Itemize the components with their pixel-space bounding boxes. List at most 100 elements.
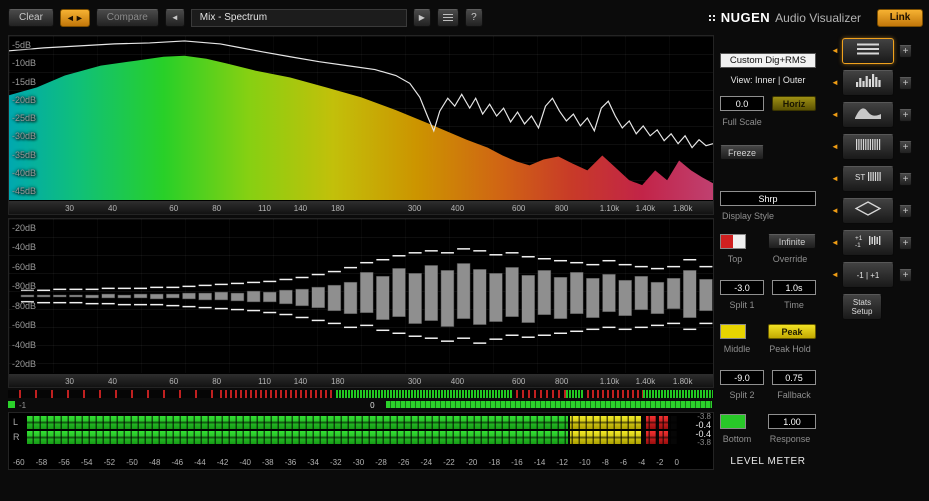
tick-segment	[516, 390, 566, 398]
slot-arrow-icon[interactable]: ◄	[831, 271, 842, 279]
add-instance-button[interactable]: +	[899, 108, 912, 122]
split2-field[interactable]: -9.0	[720, 370, 764, 385]
slot-arrow-icon[interactable]: ◄	[831, 207, 842, 215]
level-meter-section-label: LEVEL METER	[730, 456, 806, 467]
response-field[interactable]: 1.00	[768, 414, 816, 429]
meter-scale-label: -60	[13, 458, 25, 467]
meter-scale-label: -12	[556, 458, 568, 467]
meter-scale-label: -20	[465, 458, 478, 467]
meter-scale-label: -54	[80, 458, 93, 467]
spectrogram-view-button[interactable]	[842, 134, 894, 160]
meter-scale-label: -44	[194, 458, 206, 467]
meter-scale-label: -6	[619, 458, 627, 467]
control-panel: Custom Dig+RMS View: Inner | Outer 0.0 H…	[718, 35, 820, 495]
peak-hold-button[interactable]: Peak	[768, 324, 816, 339]
toolbar: Clear ◄► Compare ◄ Mix - Spectrum ▶ ? NU…	[8, 5, 923, 30]
slot-arrow-icon[interactable]: ◄	[831, 143, 842, 151]
meter-bar	[27, 430, 677, 444]
link-button[interactable]: Link	[877, 8, 923, 27]
meter-scale-label: -30	[352, 458, 365, 467]
frequency-label: 1.40k	[635, 377, 656, 386]
spectrum-view-icon	[853, 104, 883, 126]
meter-view-button[interactable]: +1 -1	[842, 230, 894, 256]
correlation-left-block	[8, 401, 15, 408]
add-instance-button[interactable]: +	[899, 76, 912, 90]
stereo-spectrum-view-button[interactable]: ST	[842, 166, 894, 192]
dock-row-stats-setup: Stats Setup	[831, 294, 927, 320]
horiz-button[interactable]: Horiz	[772, 96, 816, 111]
time-field[interactable]: 1.0s	[772, 280, 816, 295]
add-instance-button[interactable]: +	[899, 172, 912, 186]
freeze-button[interactable]: Freeze	[720, 145, 764, 160]
histogram-graph	[9, 219, 713, 373]
add-instance-button[interactable]: +	[899, 44, 912, 58]
slot-arrow-icon[interactable]: ◄	[831, 47, 842, 55]
override-button[interactable]: Infinite	[768, 234, 816, 249]
response-label: Response	[769, 434, 811, 444]
peak-tick-strip	[8, 390, 714, 398]
frequency-label: 1.10k	[599, 204, 620, 213]
split1-field[interactable]: -3.0	[720, 280, 764, 295]
meter-mode-dropdown[interactable]: Custom Dig+RMS	[720, 53, 816, 68]
slot-arrow-icon[interactable]: ◄	[831, 239, 842, 247]
preset-menu-button[interactable]	[436, 8, 459, 27]
fallback-label: Fallback	[777, 390, 811, 400]
split2-label: Split 2	[729, 390, 755, 400]
meter-scale-label: -46	[171, 458, 184, 467]
slot-arrow-icon[interactable]: ◄	[831, 79, 842, 87]
frequency-label: 600	[512, 204, 526, 213]
add-instance-button[interactable]: +	[899, 140, 912, 154]
meter-scale-label: -32	[329, 458, 342, 467]
histogram-display: -20dB -40dB -60dB -80dB -80dB -60dB -40dB -20dB…	[8, 218, 714, 388]
meter-scale-label: -8	[601, 458, 609, 467]
display-style-dropdown[interactable]: Shrp	[720, 191, 816, 206]
histogram-view-button[interactable]	[842, 70, 894, 96]
meter-scale-label: -58	[35, 458, 48, 467]
clear-button[interactable]: Clear	[8, 8, 54, 27]
add-instance-button[interactable]: +	[899, 268, 912, 282]
frequency-label: 300	[407, 377, 422, 386]
prev-preset-button[interactable]: ◄	[164, 8, 185, 27]
bottom-label: Bottom	[722, 434, 752, 444]
preset-name-field[interactable]: Mix - Spectrum	[190, 8, 407, 27]
peak-hold-label: Peak Hold	[769, 344, 811, 354]
compare-button[interactable]: Compare	[95, 8, 159, 27]
correlation-meter: -1 0	[8, 400, 714, 411]
frequency-label: 60	[169, 377, 179, 386]
display-list-button[interactable]	[842, 38, 894, 64]
slot-arrow-icon[interactable]: ◄	[831, 111, 842, 119]
frequency-label: 800	[554, 377, 569, 386]
play-button[interactable]: ▶	[412, 8, 431, 27]
add-instance-button[interactable]: +	[899, 204, 912, 218]
bottom-color-swatch[interactable]	[720, 414, 746, 429]
svg-text:ST: ST	[855, 173, 865, 182]
meter-scale-label: -52	[103, 458, 116, 467]
dock-row-stereo-spectrum-view: ◄ ST +	[831, 166, 927, 192]
level-meter-values: -3.8 -0.4 -0.4 -3.8	[681, 413, 711, 447]
slot-arrow-icon[interactable]: ◄	[831, 175, 842, 183]
top-color-swatch[interactable]	[720, 234, 746, 249]
view-dock: ◄ + ◄ + ◄ + ◄ + ◄ ST + ◄ + ◄ +1 -1 + ◄ -1 | +1 + Stats Setup	[831, 38, 927, 326]
frequency-label: 30	[65, 204, 74, 213]
meter-bar	[27, 415, 677, 429]
fallback-field[interactable]: 0.75	[772, 370, 816, 385]
frequency-label: 400	[450, 204, 465, 213]
frequency-label: 140	[293, 377, 308, 386]
add-instance-button[interactable]: +	[899, 236, 912, 250]
dock-button-label: -1 | +1	[856, 270, 880, 280]
tick-segment	[565, 390, 584, 398]
middle-color-swatch[interactable]	[720, 324, 746, 339]
histogram-view-icon	[853, 72, 883, 94]
frequency-label: 110	[258, 204, 271, 213]
histogram-frequency-axis: 30 40 60 80 110 140 180 300 400 600 800 1.10k 1.40k 1…	[9, 373, 713, 387]
correlation-view-button[interactable]: -1 | +1	[842, 262, 894, 288]
time-label: Time	[784, 300, 804, 310]
full-scale-label: Full Scale	[722, 117, 762, 127]
meter-scale-label: -40	[239, 458, 251, 467]
full-scale-field[interactable]: 0.0	[720, 96, 764, 111]
vectorscope-view-button[interactable]	[842, 198, 894, 224]
stats-setup-button[interactable]: Stats Setup	[842, 294, 882, 320]
swap-button[interactable]: ◄►	[59, 8, 90, 27]
spectrum-view-button[interactable]	[842, 102, 894, 128]
help-button[interactable]: ?	[464, 8, 483, 27]
